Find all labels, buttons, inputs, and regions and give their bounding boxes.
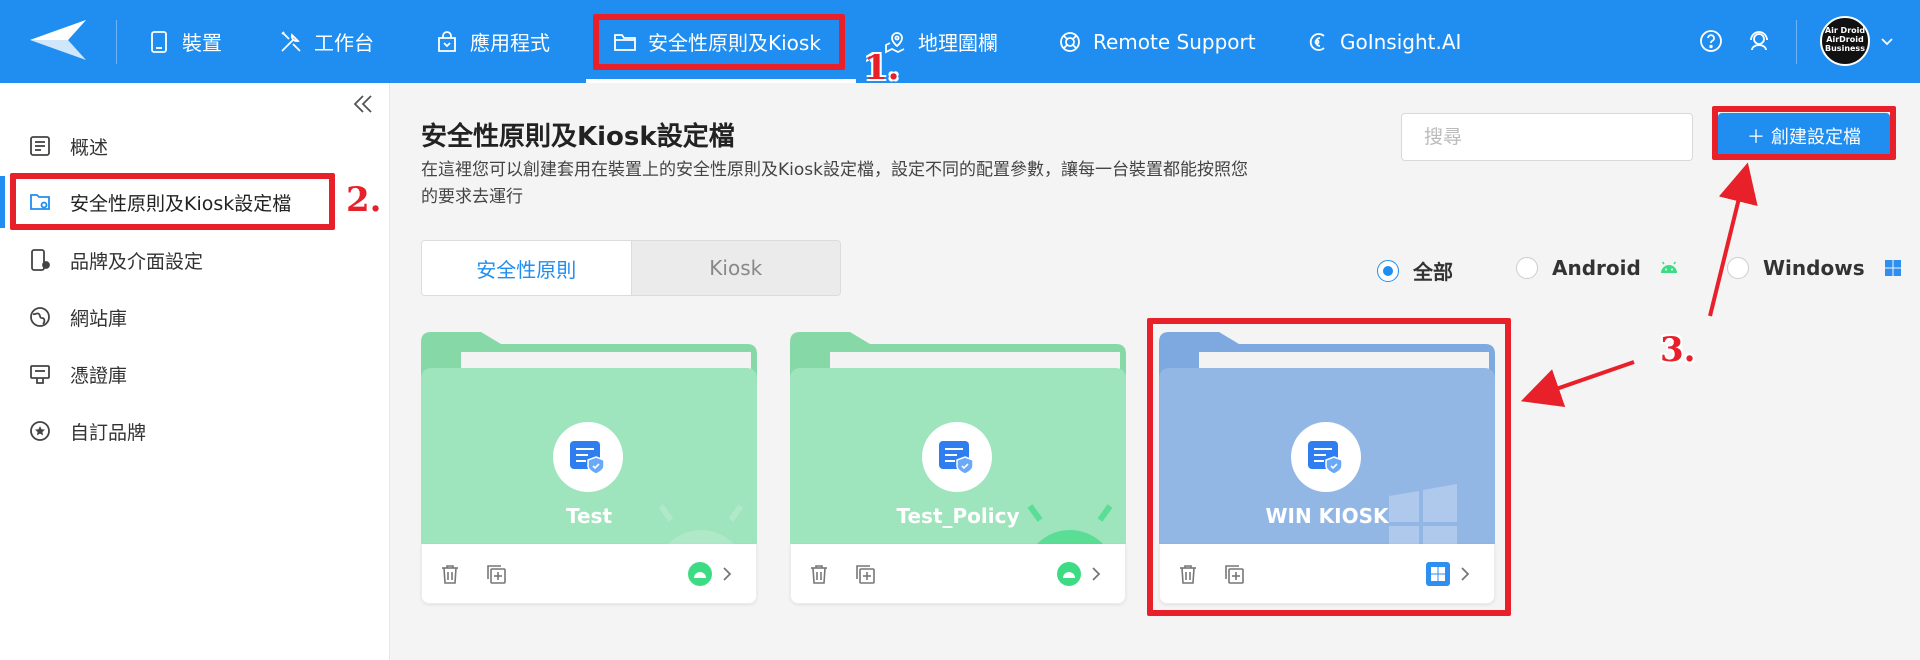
highlight-box-sidebar bbox=[10, 173, 335, 230]
airdroid-logo[interactable] bbox=[28, 18, 88, 62]
card-footer bbox=[790, 544, 1126, 604]
sidebar-item-branding[interactable]: 品牌及介面設定 bbox=[28, 240, 203, 280]
nav-item-label: 裝置 bbox=[182, 31, 222, 55]
sidebar-active-indicator bbox=[0, 176, 5, 228]
step-label-3: 3. bbox=[1660, 330, 1696, 370]
android-icon bbox=[1660, 261, 1677, 273]
sidebar-item-label: 憑證庫 bbox=[70, 364, 128, 387]
radio-icon bbox=[1516, 257, 1538, 279]
nav-item-goinsight[interactable]: GoInsight.AI bbox=[1304, 0, 1461, 83]
policy-shield-icon bbox=[939, 441, 974, 475]
nav-item-apps[interactable]: 應用程式 bbox=[434, 0, 550, 83]
duplicate-icon[interactable] bbox=[484, 562, 508, 586]
policy-badge bbox=[922, 422, 992, 492]
support-agent-icon[interactable] bbox=[1746, 28, 1772, 54]
collapse-sidebar-icon[interactable] bbox=[350, 91, 376, 117]
filter-android[interactable]: Android bbox=[1516, 256, 1679, 280]
chevron-right-icon[interactable] bbox=[1089, 564, 1103, 584]
page-description: 在這裡您可以創建套用在裝置上的安全性原則及Kiosk設定檔，設定不同的配置參數，… bbox=[421, 160, 1248, 207]
filter-label: Windows bbox=[1763, 256, 1865, 280]
nav-item-label: 應用程式 bbox=[470, 31, 550, 55]
policy-shield-icon bbox=[570, 441, 605, 475]
trash-icon[interactable] bbox=[807, 562, 831, 586]
nav-divider bbox=[1796, 20, 1797, 64]
nav-item-label: 工作台 bbox=[314, 31, 374, 55]
step-label-2: 2. bbox=[346, 180, 382, 220]
sidebar-item-website-library[interactable]: 網站庫 bbox=[28, 297, 127, 337]
tools-icon bbox=[281, 30, 301, 52]
highlight-box-card bbox=[1147, 318, 1511, 616]
top-navigation-bar: 裝置 工作台 應用程式 安全性原則及Kiosk 地理圍欄 Remote Supp… bbox=[0, 0, 1920, 83]
radio-selected-icon bbox=[1377, 259, 1399, 282]
windows-icon bbox=[1884, 260, 1901, 276]
profile-name: Test bbox=[565, 504, 612, 528]
sidebar-item-label: 品牌及介面設定 bbox=[70, 250, 204, 273]
profile-card[interactable]: Test_Policy bbox=[790, 332, 1126, 604]
nav-item-devices[interactable]: 裝置 bbox=[146, 0, 222, 83]
chevron-right-icon[interactable] bbox=[720, 564, 734, 584]
nav-item-label: Remote Support bbox=[1093, 29, 1256, 54]
tab-security-policy[interactable]: 安全性原則 bbox=[422, 241, 631, 295]
shopping-bag-icon bbox=[438, 30, 456, 52]
profile-name: Test_Policy bbox=[896, 504, 1020, 528]
sidebar: 概述 安全性原則及Kiosk設定檔 品牌及介面設定 網站庫 憑證庫 自訂品牌 bbox=[0, 83, 390, 660]
card-footer bbox=[421, 544, 757, 604]
filter-all[interactable]: 全部 bbox=[1377, 256, 1453, 285]
filter-windows[interactable]: Windows bbox=[1727, 256, 1903, 280]
nav-item-remote-support[interactable]: Remote Support bbox=[1057, 0, 1256, 83]
android-icon bbox=[1057, 562, 1081, 586]
avatar-text: Air Droid AirDroid Business bbox=[1824, 26, 1866, 53]
tab-kiosk[interactable]: Kiosk bbox=[630, 241, 840, 295]
nav-divider bbox=[116, 20, 117, 64]
search-input[interactable] bbox=[1401, 113, 1693, 161]
duplicate-icon[interactable] bbox=[853, 562, 877, 586]
arrow-to-win-kiosk-card bbox=[1520, 360, 1635, 408]
android-icon bbox=[688, 562, 712, 586]
globe-icon bbox=[30, 307, 50, 327]
sidebar-item-label: 網站庫 bbox=[70, 307, 128, 330]
nav-item-label: GoInsight.AI bbox=[1340, 29, 1462, 54]
page-title: 安全性原則及Kiosk設定檔 bbox=[421, 122, 735, 152]
sidebar-item-label: 概述 bbox=[70, 136, 109, 159]
sidebar-item-overview[interactable]: 概述 bbox=[28, 126, 108, 166]
step-label-1: 1. bbox=[864, 48, 900, 88]
list-doc-icon bbox=[30, 136, 50, 156]
chevron-down-icon[interactable] bbox=[1880, 34, 1894, 48]
arrow-to-create-button bbox=[1708, 162, 1758, 317]
nav-item-workbench[interactable]: 工作台 bbox=[278, 0, 374, 83]
filter-label: 全部 bbox=[1413, 260, 1453, 284]
nav-item-label: 地理圍欄 bbox=[918, 31, 998, 55]
phone-settings-icon bbox=[31, 249, 50, 271]
help-icon[interactable] bbox=[1698, 28, 1724, 54]
highlight-box-create bbox=[1712, 106, 1896, 160]
trash-icon[interactable] bbox=[438, 562, 462, 586]
highlight-box-nav bbox=[593, 14, 845, 70]
star-circle-icon bbox=[30, 421, 50, 441]
lifebuoy-icon bbox=[1060, 31, 1080, 52]
radio-icon bbox=[1727, 257, 1749, 279]
policy-badge bbox=[553, 422, 623, 492]
sidebar-item-custom-brand[interactable]: 自訂品牌 bbox=[28, 411, 146, 451]
profile-card[interactable]: Test bbox=[421, 332, 757, 604]
certificate-icon bbox=[30, 365, 50, 384]
goinsight-icon bbox=[1309, 32, 1325, 51]
profile-type-tabs: 安全性原則 Kiosk bbox=[421, 240, 841, 296]
tablet-icon bbox=[151, 30, 167, 53]
sidebar-item-label: 自訂品牌 bbox=[70, 421, 147, 444]
filter-label: Android bbox=[1552, 256, 1641, 280]
avatar[interactable]: Air Droid AirDroid Business bbox=[1820, 16, 1870, 66]
sidebar-item-certificate-library[interactable]: 憑證庫 bbox=[28, 354, 127, 394]
